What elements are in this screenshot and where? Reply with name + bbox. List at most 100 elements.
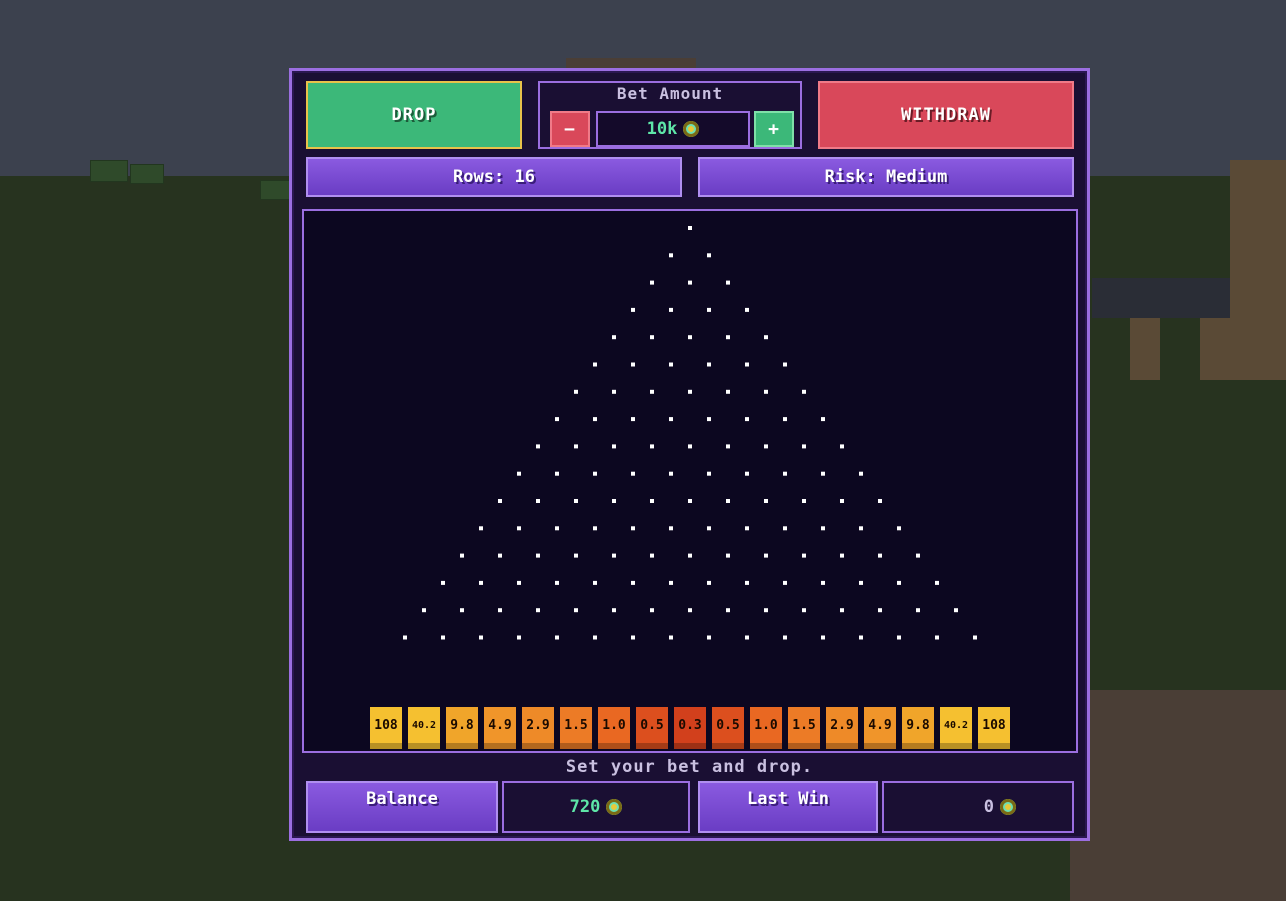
decrease-bet-button[interactable]: − (550, 111, 590, 147)
peg (574, 553, 578, 558)
coin-icon (683, 121, 700, 137)
peg (555, 635, 559, 640)
multiplier-bucket: 40.2 (940, 707, 972, 749)
peg (479, 580, 483, 585)
peg (764, 335, 768, 340)
peg (517, 580, 521, 585)
peg (669, 471, 673, 476)
peg (745, 307, 749, 312)
peg (840, 444, 844, 449)
peg (783, 635, 787, 640)
peg (669, 526, 673, 531)
peg (745, 362, 749, 367)
peg (441, 635, 445, 640)
peg (688, 444, 692, 449)
peg (631, 526, 635, 531)
multiplier-bucket: 1.0 (598, 707, 630, 749)
peg (650, 280, 654, 285)
peg (612, 444, 616, 449)
multiplier-bucket: 1.5 (560, 707, 592, 749)
coin-icon (1000, 799, 1016, 815)
peg (764, 608, 768, 613)
balance-value: 720 (569, 797, 601, 817)
peg (574, 389, 578, 394)
peg (859, 471, 863, 476)
multiplier-bucket: 108 (978, 707, 1010, 749)
last-win-value-box: 0 (882, 781, 1074, 833)
peg (916, 608, 920, 613)
peg (460, 608, 464, 613)
risk-selector[interactable]: Risk: Medium (698, 157, 1074, 197)
peg (612, 553, 616, 558)
peg (821, 580, 825, 585)
peg (707, 253, 711, 258)
peg (688, 499, 692, 503)
table-leg (1130, 318, 1160, 380)
rows-selector[interactable]: Rows: 16 (306, 157, 682, 197)
peg (555, 526, 559, 531)
peg (745, 471, 749, 476)
peg (669, 362, 673, 367)
peg (555, 471, 559, 476)
peg (707, 307, 711, 312)
peg (783, 362, 787, 367)
peg (688, 280, 692, 285)
peg (726, 335, 730, 340)
peg (935, 635, 939, 640)
peg (707, 526, 711, 531)
peg (669, 253, 673, 258)
peg (403, 635, 407, 640)
peg (802, 553, 806, 558)
peg (726, 499, 730, 503)
peg (574, 499, 578, 503)
peg (536, 608, 540, 613)
peg (954, 608, 958, 613)
peg (612, 335, 616, 340)
peg (726, 389, 730, 394)
peg (726, 608, 730, 613)
peg (536, 444, 540, 449)
peg (593, 417, 597, 422)
peg (460, 553, 464, 558)
villager-body (1230, 160, 1286, 380)
peg (973, 635, 977, 640)
increase-bet-button[interactable]: + (754, 111, 794, 147)
peg (707, 635, 711, 640)
peg (498, 608, 502, 613)
peg (688, 226, 692, 230)
multiplier-bucket: 4.9 (484, 707, 516, 749)
peg (840, 499, 844, 503)
peg (612, 499, 616, 503)
peg (650, 499, 654, 503)
peg (745, 580, 749, 585)
peg (555, 580, 559, 585)
peg (802, 389, 806, 394)
multiplier-bucket: 1.0 (750, 707, 782, 749)
peg (631, 580, 635, 585)
multiplier-bucket: 0.5 (636, 707, 668, 749)
peg (650, 608, 654, 613)
peg (764, 553, 768, 558)
withdraw-button[interactable]: WITHDRAW (818, 81, 1074, 149)
peg (764, 389, 768, 394)
peg (935, 580, 939, 585)
peg (631, 417, 635, 422)
multiplier-bucket: 2.9 (826, 707, 858, 749)
bet-amount-field[interactable]: 10k (596, 111, 750, 147)
peg (555, 417, 559, 422)
peg (688, 335, 692, 340)
peg (821, 526, 825, 531)
peg (783, 580, 787, 585)
peg (650, 335, 654, 340)
multiplier-bucket: 4.9 (864, 707, 896, 749)
peg (802, 499, 806, 503)
drop-button[interactable]: DROP (306, 81, 522, 149)
peg (916, 553, 920, 558)
peg (878, 608, 882, 613)
peg (593, 471, 597, 476)
last-win-label: Last Win (698, 781, 878, 833)
multiplier-bucket: 108 (370, 707, 402, 749)
multiplier-bucket: 9.8 (446, 707, 478, 749)
peg (574, 444, 578, 449)
peg (536, 553, 540, 558)
